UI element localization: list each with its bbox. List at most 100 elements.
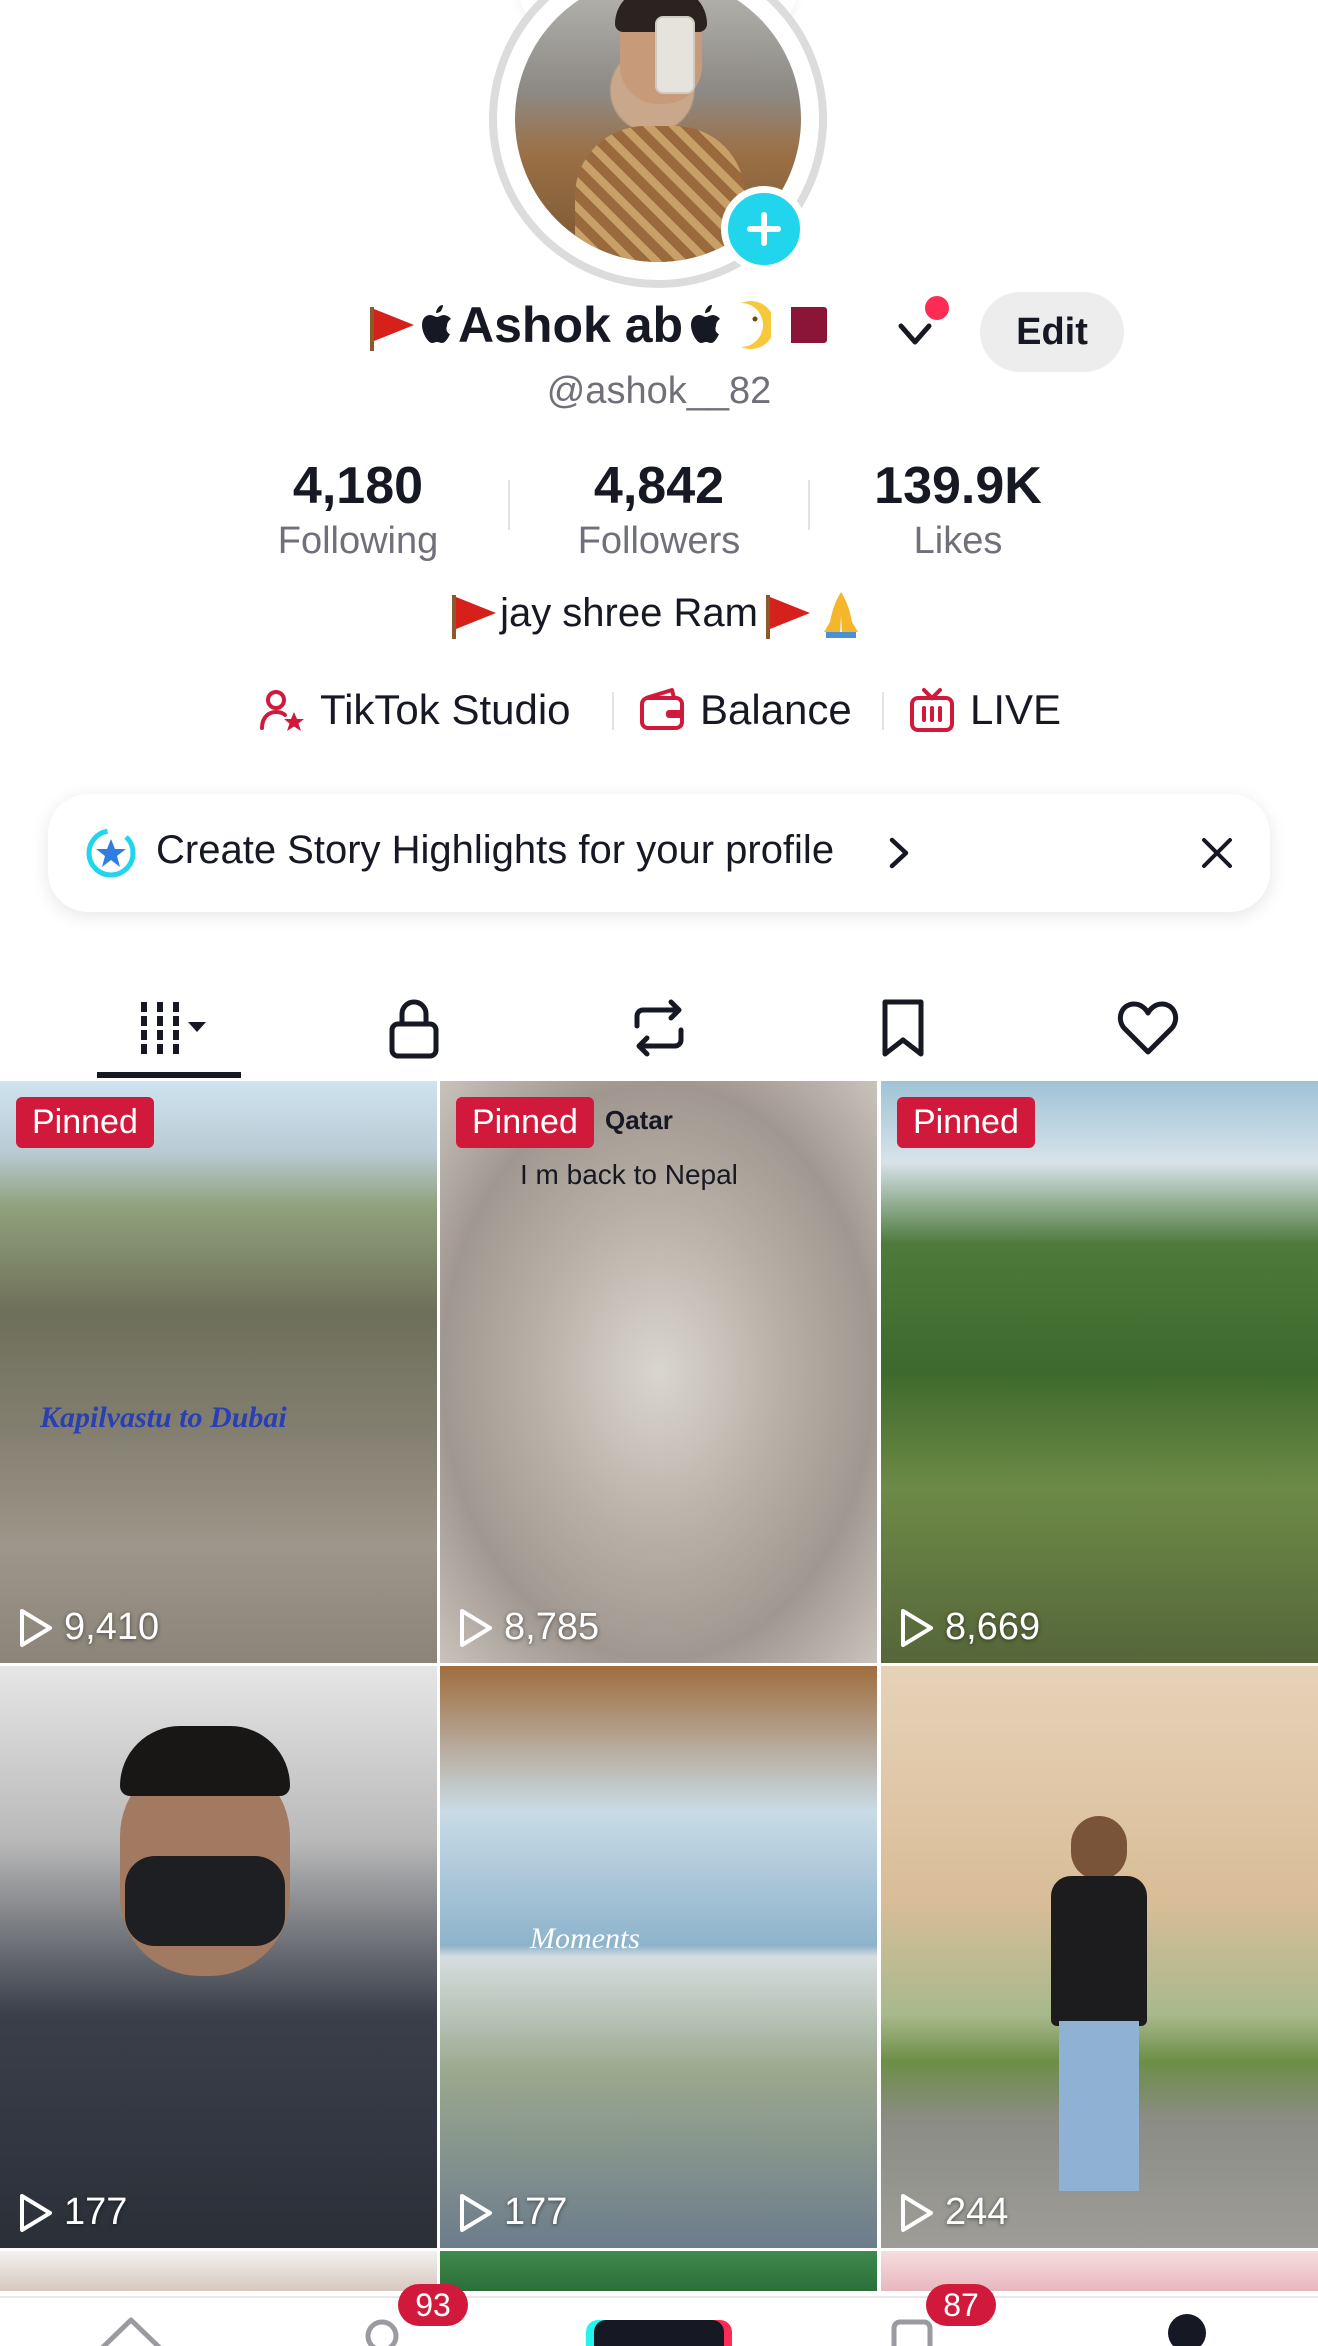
tiktok-studio-link[interactable]: TikTok Studio bbox=[258, 680, 571, 740]
view-count-value: 8,785 bbox=[504, 1606, 600, 1648]
video-overlay-text: Kapilvastu to Dubai bbox=[40, 1401, 287, 1434]
view-count: 244 bbox=[897, 2191, 1008, 2234]
edit-profile-button[interactable]: Edit bbox=[980, 292, 1124, 372]
display-name-text: Ashok ab bbox=[458, 297, 684, 353]
search-icon[interactable] bbox=[362, 2316, 402, 2346]
play-icon bbox=[460, 1608, 492, 1647]
username: @ashok__82 bbox=[546, 370, 772, 412]
flag-icon bbox=[450, 595, 497, 639]
pinned-badge: Pinned bbox=[897, 1097, 1035, 1148]
stat-following-value: 4,180 bbox=[292, 457, 424, 515]
video-thumb-mask bbox=[125, 1856, 285, 1946]
play-icon bbox=[901, 1608, 933, 1647]
inbox-icon[interactable] bbox=[890, 2318, 934, 2346]
creator-icon bbox=[260, 690, 304, 731]
apple-logo-icon bbox=[691, 305, 721, 343]
bookmark-icon bbox=[882, 999, 924, 1057]
notification-dot bbox=[925, 296, 949, 320]
flag-icon bbox=[368, 307, 414, 351]
video-thumb-person-head bbox=[1071, 1816, 1127, 1880]
video-tile[interactable]: Kapilvastu to Dubai Pinned 9,410 bbox=[0, 1081, 437, 1663]
inbox-badge: 87 bbox=[926, 2284, 996, 2326]
videos-grid-icon bbox=[141, 1002, 206, 1054]
bottom-nav: 93 87 bbox=[0, 2284, 1318, 2346]
bio: jay shree Ram bbox=[0, 586, 1318, 640]
view-count: 177 bbox=[16, 2191, 127, 2234]
divider bbox=[612, 692, 614, 730]
profile-icon[interactable] bbox=[1166, 2312, 1208, 2346]
live-link[interactable]: LIVE bbox=[908, 680, 1061, 740]
search-badge: 93 bbox=[398, 2284, 468, 2326]
flag-icon bbox=[764, 595, 810, 639]
tab-saved[interactable] bbox=[843, 988, 963, 1068]
stat-likes-value: 139.9K bbox=[874, 457, 1042, 515]
lock-icon bbox=[389, 999, 439, 1059]
stat-followers[interactable]: 4,842 Followers bbox=[529, 456, 789, 563]
name-row: Ashok ab Edit bbox=[0, 292, 1318, 372]
create-button[interactable] bbox=[594, 2320, 724, 2346]
wallet-icon bbox=[640, 688, 684, 730]
video-overlay-text: Moments bbox=[530, 1922, 640, 1955]
video-tile[interactable]: 177 bbox=[0, 1666, 437, 2248]
home-icon[interactable] bbox=[96, 2312, 166, 2346]
avatar-shirt bbox=[575, 126, 745, 262]
play-icon bbox=[901, 2193, 933, 2232]
stat-followers-label: Followers bbox=[577, 520, 741, 562]
video-tile[interactable]: Moments 177 bbox=[440, 1666, 877, 2248]
story-highlights-banner[interactable]: Create Story Highlights for your profile bbox=[48, 794, 1270, 912]
add-story-button[interactable] bbox=[721, 186, 807, 272]
play-icon bbox=[20, 2193, 52, 2232]
video-tile[interactable]: 244 bbox=[881, 1666, 1318, 2248]
video-thumb-hair bbox=[120, 1726, 290, 1796]
video-thumb-person-shirt bbox=[1051, 1876, 1147, 2026]
stat-following-label: Following bbox=[277, 520, 439, 562]
video-thumb-person-jeans bbox=[1059, 2021, 1139, 2191]
close-icon[interactable] bbox=[1196, 832, 1238, 874]
bio-text: jay shree Ram bbox=[500, 590, 758, 635]
video-overlay-text: I m back to Nepal bbox=[520, 1159, 738, 1190]
plus-icon bbox=[747, 212, 781, 246]
tiktok-studio-label: TikTok Studio bbox=[320, 686, 571, 733]
video-tile[interactable] bbox=[440, 2251, 877, 2291]
pinned-badge: Pinned bbox=[456, 1097, 594, 1148]
apple-logo-icon bbox=[422, 305, 451, 343]
avatar-phone bbox=[655, 16, 695, 94]
video-tile[interactable]: Pinned 8,669 bbox=[881, 1081, 1318, 1663]
tab-reposts[interactable] bbox=[599, 988, 719, 1068]
active-tab-indicator bbox=[97, 1072, 241, 1078]
view-count-value: 177 bbox=[64, 2191, 128, 2233]
stat-following[interactable]: 4,180 Following bbox=[228, 456, 488, 563]
qatar-flag-icon bbox=[775, 307, 828, 343]
stat-likes[interactable]: 139.9K Likes bbox=[828, 456, 1088, 563]
play-icon bbox=[460, 2193, 492, 2232]
pinned-badge: Pinned bbox=[16, 1097, 154, 1148]
view-count: 8,785 bbox=[456, 1606, 599, 1649]
video-overlay-top: Qatar bbox=[605, 1105, 673, 1135]
balance-label: Balance bbox=[700, 686, 852, 733]
balance-link[interactable]: Balance bbox=[638, 680, 852, 740]
view-count-value: 244 bbox=[945, 2191, 1009, 2233]
live-label: LIVE bbox=[970, 686, 1062, 733]
highlight-star-icon bbox=[86, 828, 136, 878]
view-count: 177 bbox=[456, 2191, 567, 2234]
quick-links: TikTok Studio Balance LIVE bbox=[0, 680, 1318, 740]
tab-liked[interactable] bbox=[1088, 988, 1208, 1068]
divider bbox=[882, 692, 884, 730]
display-name: Ashok ab bbox=[368, 296, 828, 354]
banner-text: Create Story Highlights for your profile bbox=[156, 828, 835, 872]
moon-face-icon bbox=[741, 301, 772, 349]
folded-hands-icon bbox=[823, 592, 858, 638]
profile-tabs bbox=[0, 978, 1318, 1080]
divider bbox=[508, 480, 510, 530]
view-count: 9,410 bbox=[16, 1606, 159, 1649]
tab-private[interactable] bbox=[354, 988, 474, 1068]
stat-followers-value: 4,842 bbox=[593, 457, 725, 515]
tab-videos[interactable] bbox=[110, 988, 230, 1068]
video-tile[interactable]: Qatar I m back to Nepal Pinned 8,785 bbox=[440, 1081, 877, 1663]
stat-likes-label: Likes bbox=[913, 520, 1003, 562]
divider bbox=[808, 480, 810, 530]
view-count-value: 177 bbox=[504, 2191, 568, 2233]
repost-icon bbox=[634, 999, 684, 1057]
play-icon bbox=[20, 1608, 52, 1647]
video-tile[interactable] bbox=[0, 2251, 437, 2291]
